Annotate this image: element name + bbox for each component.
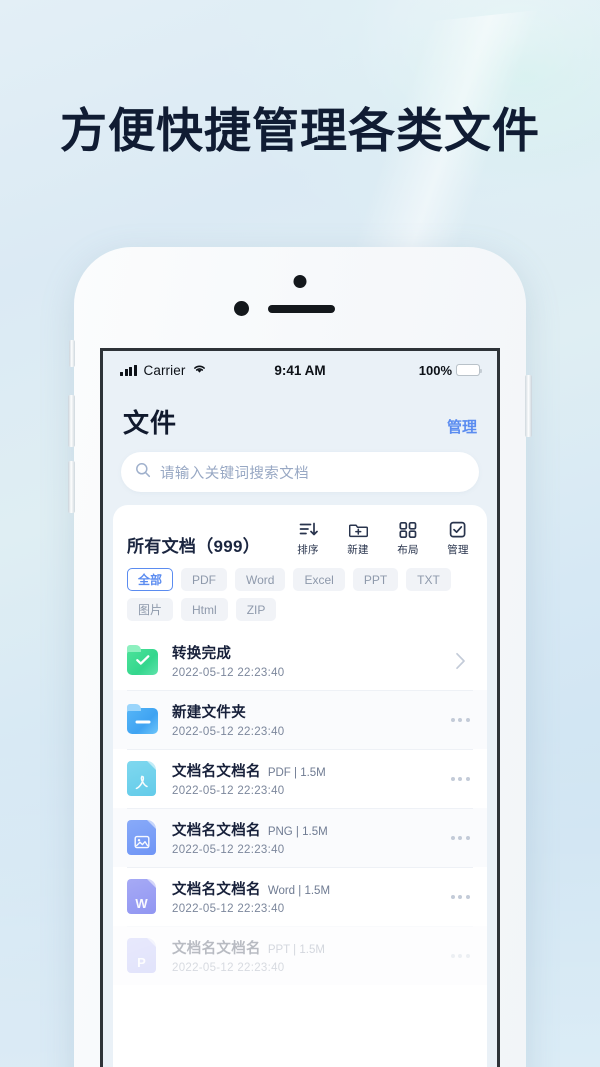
filter-chip-html[interactable]: Html [181,598,228,621]
app-header: 文件 管理 [103,389,497,440]
chevron-right-icon[interactable] [447,652,473,670]
checkbox-check-icon [449,519,467,539]
folder-blue-icon [127,702,160,738]
list-item-meta: PNG | 1.5M [267,826,328,838]
layout-button[interactable]: 布局 [393,519,423,557]
list-item[interactable]: 文档名文档名 PNG | 1.5M 2022-05-12 22:23:40 [113,808,487,867]
list-item[interactable]: P 文档名文档名 PPT | 1.5M 2022-05-12 22:23:40 [113,926,487,985]
more-dots-icon[interactable] [447,953,473,958]
list-item-title: 新建文件夹 [172,705,246,721]
documents-card: 所有文档（999） 排序 新建 布局 管理 全部 PDF Word Excel … [113,505,487,1067]
new-folder-label: 新建 [347,544,369,556]
list-item-date: 2022-05-12 22:23:40 [172,785,285,797]
card-toolbar: 所有文档（999） 排序 新建 布局 管理 [113,505,487,557]
list-item-title: 文档名文档名 [172,941,261,957]
list-item-date: 2022-05-12 22:23:40 [172,667,285,679]
filter-chip-pdf[interactable]: PDF [181,568,228,591]
battery-full-icon [456,364,482,376]
document-list: 转换完成 2022-05-12 22:23:40 新建文件夹 2022-05-1… [113,631,487,985]
filter-chip-word[interactable]: Word [235,568,286,591]
search-placeholder: 请输入关键词搜索文档 [160,465,309,482]
list-item-meta: Word | 1.5M [267,885,331,897]
filter-chip-zip[interactable]: ZIP [235,598,277,621]
power-button[interactable] [525,375,532,437]
sort-label: 排序 [297,544,319,556]
search-section: 请输入关键词搜索文档 [103,440,497,492]
list-item-title: 文档名文档名 [172,882,261,898]
phone-mockup: Carrier 9:41 AM 100% 文件 管理 请输入关键词搜索文档 所有… [68,247,532,1067]
file-word-icon: W [127,878,160,915]
earpiece-speaker [268,305,335,313]
list-item-date: 2022-05-12 22:23:40 [172,726,285,738]
more-dots-icon[interactable] [447,835,473,840]
list-item[interactable]: 转换完成 2022-05-12 22:23:40 [113,631,487,690]
more-dots-icon[interactable] [447,717,473,722]
volume-down-button[interactable] [68,461,75,513]
status-bar-clock: 9:41 AM [274,362,326,378]
mute-switch-button[interactable] [69,340,75,367]
filter-chip-ppt[interactable]: PPT [352,568,399,591]
file-image-icon [127,819,160,856]
sort-icon [299,519,318,539]
sort-button[interactable]: 排序 [293,519,323,557]
toolbar-actions: 排序 新建 布局 管理 [293,519,473,557]
filter-chips: 全部 PDF Word Excel PPT TXT 图片 Html ZIP [113,557,487,621]
manage-label: 管理 [447,544,469,556]
filter-chip-txt[interactable]: TXT [406,568,451,591]
status-bar: Carrier 9:41 AM 100% [103,351,497,389]
list-item-text: 文档名文档名 PPT | 1.5M 2022-05-12 22:23:40 [172,937,435,974]
proximity-sensor-icon [234,301,249,316]
more-dots-icon[interactable] [447,894,473,899]
filter-chip-all[interactable]: 全部 [127,568,174,591]
list-item[interactable]: 新建文件夹 2022-05-12 22:23:40 [113,690,487,749]
manage-button[interactable]: 管理 [443,519,473,557]
list-item-text: 转换完成 2022-05-12 22:23:40 [172,642,435,679]
file-pdf-icon [127,760,160,797]
filter-chip-image[interactable]: 图片 [127,598,174,621]
list-item-text: 新建文件夹 2022-05-12 22:23:40 [172,701,435,738]
all-documents-label: 所有文档（999） [127,537,261,556]
list-item-title: 文档名文档名 [172,764,261,780]
list-item-text: 文档名文档名 PNG | 1.5M 2022-05-12 22:23:40 [172,819,435,856]
filter-chip-excel[interactable]: Excel [293,568,345,591]
volume-up-button[interactable] [68,395,75,447]
list-item-title: 转换完成 [172,646,232,662]
front-camera-icon [293,275,307,288]
file-ppt-icon: P [127,937,160,974]
page-title: 文件 [123,408,178,438]
list-item-text: 文档名文档名 Word | 1.5M 2022-05-12 22:23:40 [172,878,435,915]
folder-green-check-icon [127,643,160,679]
list-item-date: 2022-05-12 22:23:40 [172,962,285,974]
list-bottom-fade [113,1038,487,1067]
search-icon [135,462,151,483]
grid-layout-icon [399,519,417,539]
list-item-meta: PDF | 1.5M [267,767,326,779]
list-item[interactable]: 文档名文档名 PDF | 1.5M 2022-05-12 22:23:40 [113,749,487,808]
list-item-title: 文档名文档名 [172,823,261,839]
list-item-meta: PPT | 1.5M [267,944,325,956]
folder-plus-icon [348,519,368,539]
new-folder-button[interactable]: 新建 [343,519,373,557]
list-item[interactable]: W 文档名文档名 Word | 1.5M 2022-05-12 22:23:40 [113,867,487,926]
list-item-date: 2022-05-12 22:23:40 [172,903,285,915]
list-item-text: 文档名文档名 PDF | 1.5M 2022-05-12 22:23:40 [172,760,435,797]
page-headline: 方便快捷管理各类文件 [60,104,540,157]
list-item-date: 2022-05-12 22:23:40 [172,844,285,856]
header-manage-link[interactable]: 管理 [447,416,477,437]
phone-screen: Carrier 9:41 AM 100% 文件 管理 请输入关键词搜索文档 所有… [100,348,500,1067]
layout-label: 布局 [397,544,419,556]
search-input[interactable]: 请输入关键词搜索文档 [121,452,479,492]
more-dots-icon[interactable] [447,776,473,781]
